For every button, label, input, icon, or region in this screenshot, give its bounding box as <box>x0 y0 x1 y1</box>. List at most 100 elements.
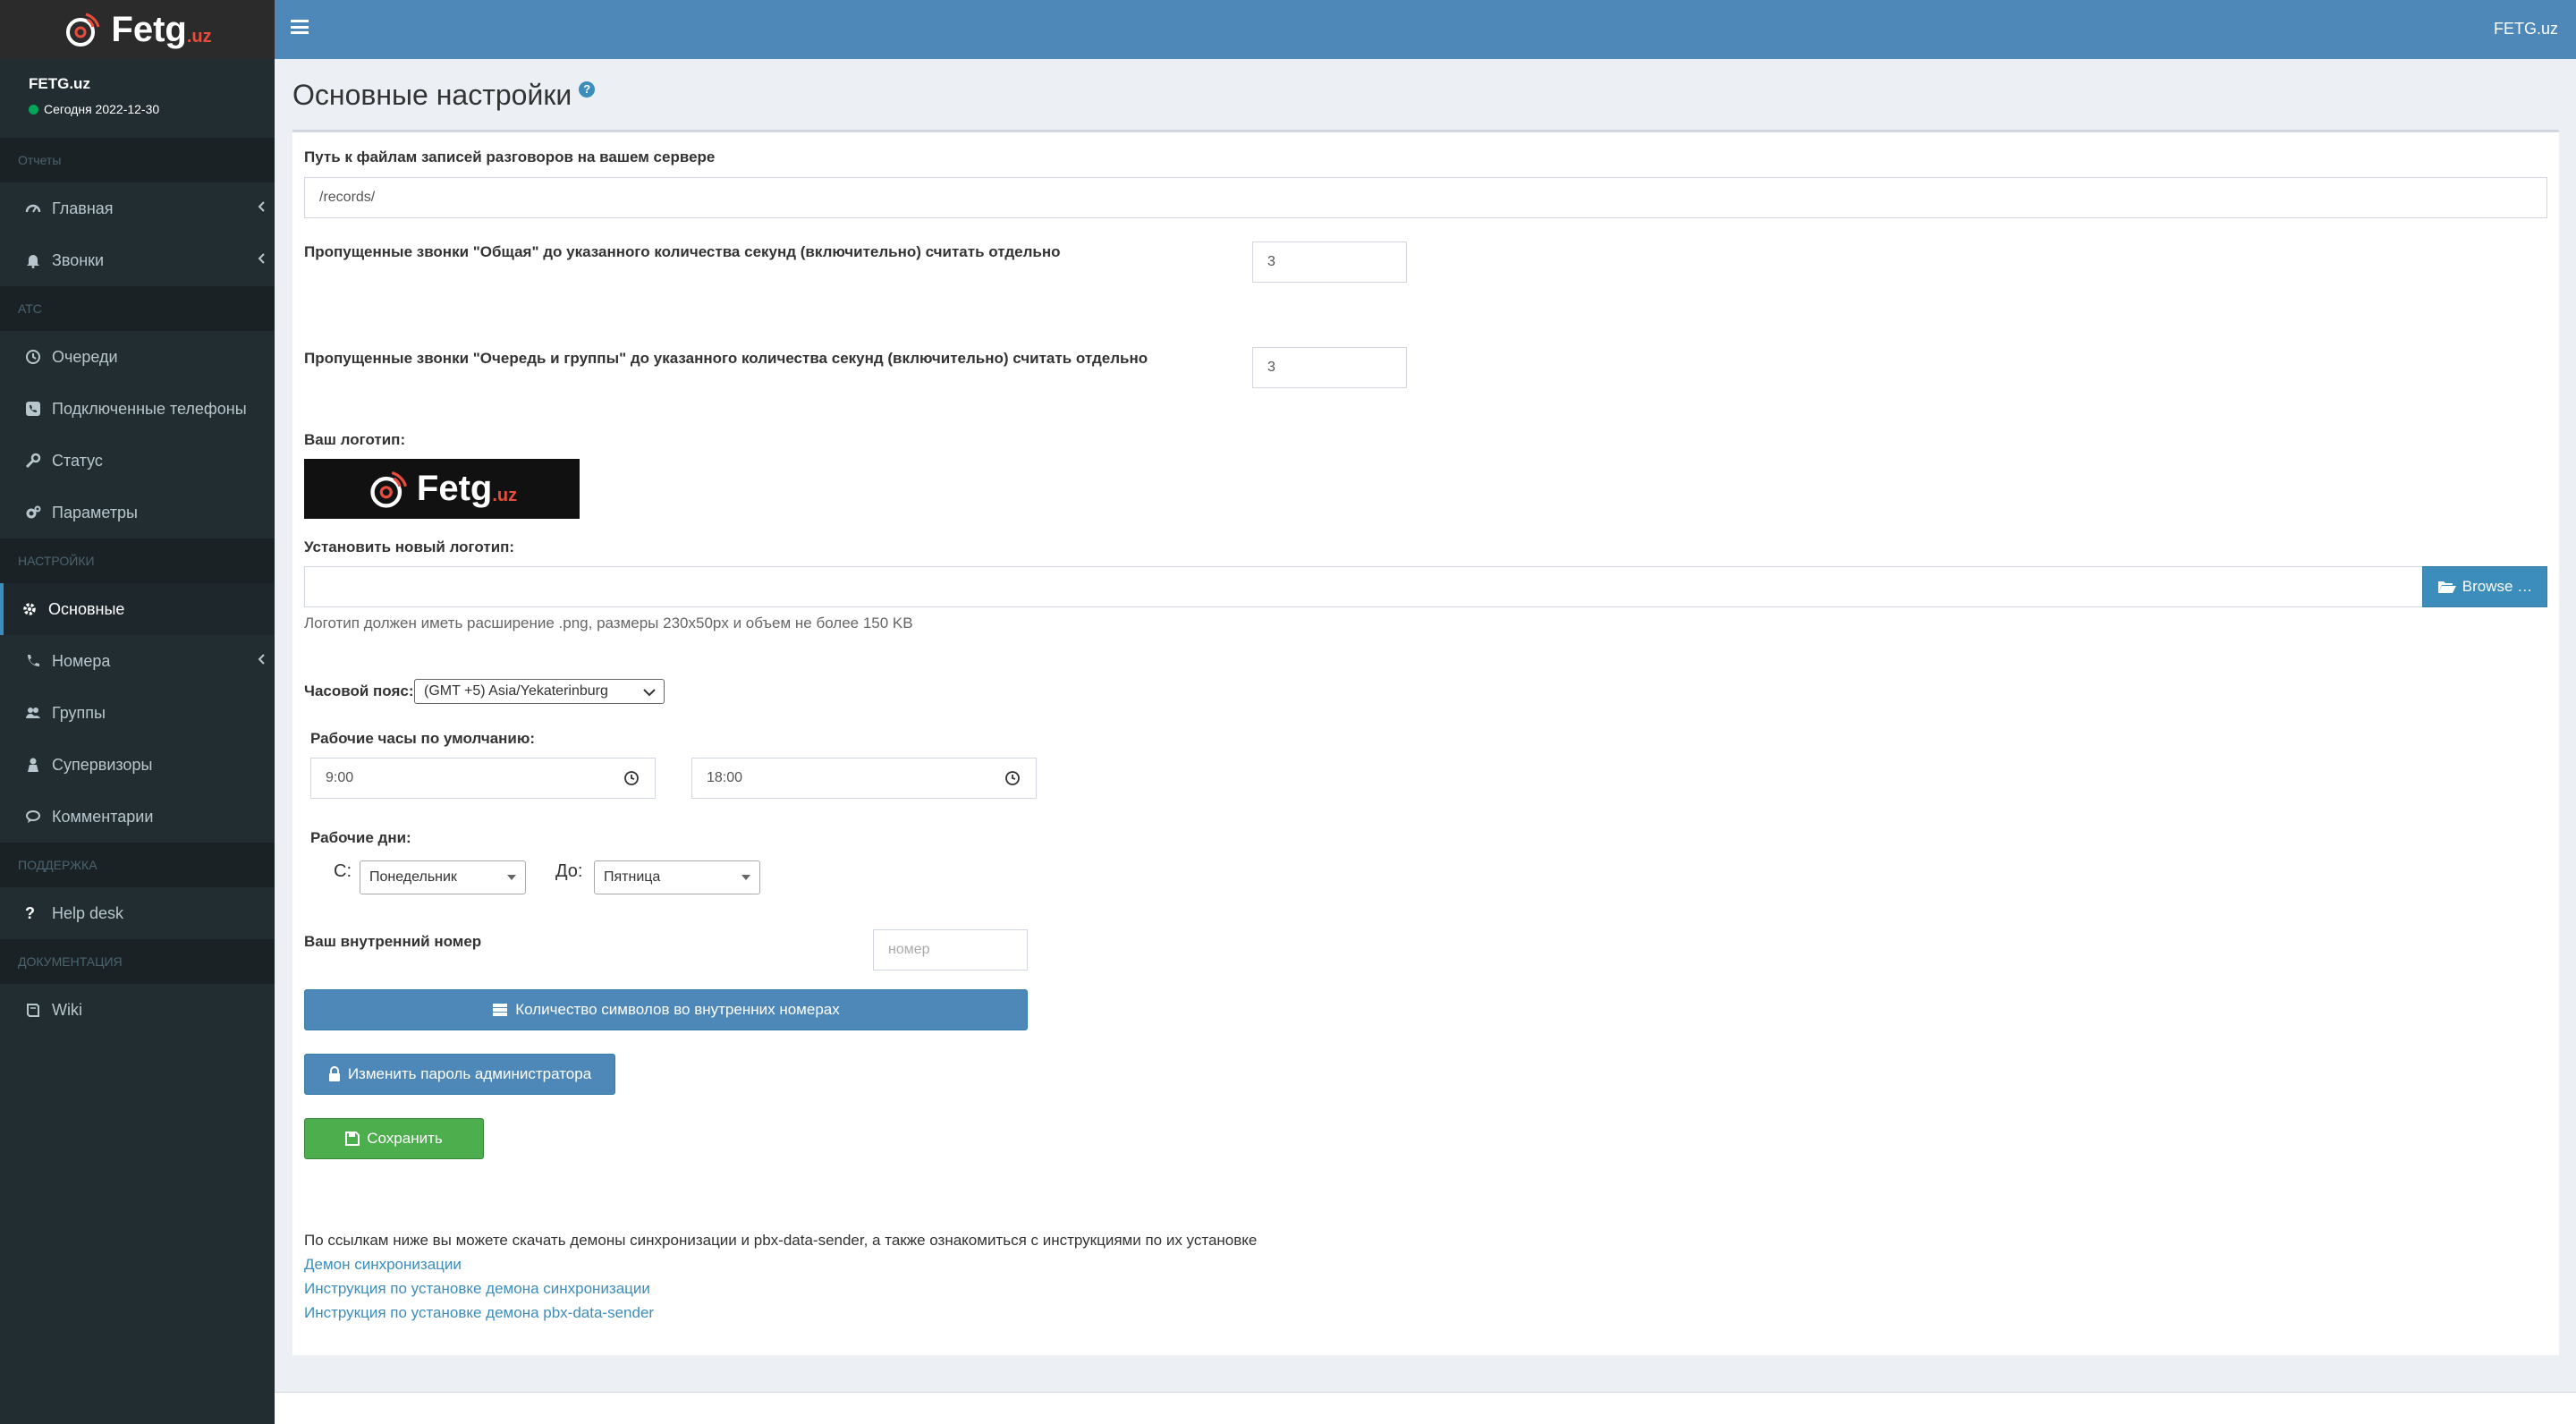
new-logo-label: Установить новый логотип: <box>304 538 515 555</box>
sidebar-item-parameters[interactable]: Параметры <box>0 487 275 538</box>
digits-count-button[interactable]: Количество символов во внутренних номера… <box>304 989 1028 1030</box>
sidebar-item-groups[interactable]: Группы <box>0 687 275 739</box>
sidebar-item-label: Основные <box>48 599 125 618</box>
sidebar-item-status[interactable]: Статус <box>0 435 275 487</box>
sidebar-item-supervisors[interactable]: Супервизоры <box>0 739 275 791</box>
logo-mark-icon <box>66 13 100 47</box>
sidebar-section-reports: Отчеты <box>0 138 275 182</box>
book-icon <box>25 1002 52 1018</box>
logo-mark-icon <box>370 470 407 508</box>
brand-suffix: .uz <box>186 26 212 47</box>
sidebar-section-support: ПОДДЕРЖКА <box>0 843 275 887</box>
sidebar-item-general[interactable]: Основные <box>0 583 275 635</box>
downloads-intro: По ссылкам ниже вы можете скачать демоны… <box>304 1232 1258 1249</box>
phone-square-icon <box>25 401 52 417</box>
menu-toggle-icon[interactable] <box>291 20 309 34</box>
logo-file-input[interactable] <box>304 566 2423 607</box>
user-secret-icon <box>25 757 52 773</box>
work-days-label: Рабочие дни: <box>310 829 411 846</box>
sidebar: Fetg .uz FETG.uz Сегодня 2022-12-30 Отче… <box>0 0 275 1424</box>
missed-queue-input[interactable]: 3 <box>1252 347 1407 388</box>
settings-box: Путь к файлам записей разговоров на ваше… <box>292 130 2559 1355</box>
work-hours-from-clock[interactable] <box>608 758 656 799</box>
app-logo[interactable]: Fetg .uz <box>0 0 275 59</box>
gear-icon <box>21 601 48 617</box>
to-day-label: До: <box>555 861 583 881</box>
sidebar-item-label: Звонки <box>52 250 105 269</box>
chevron-left-icon <box>258 654 265 665</box>
timezone-value: (GMT +5) Asia/Yekaterinburg <box>424 683 608 699</box>
online-dot-icon <box>29 104 38 114</box>
user-panel: FETG.uz Сегодня 2022-12-30 <box>0 59 275 138</box>
page-title: Основные настройки <box>292 79 572 111</box>
logo-brand-main: Fetg <box>416 469 493 508</box>
chevron-left-icon <box>258 253 265 264</box>
dashboard-icon <box>25 200 52 216</box>
sync-daemon-link[interactable]: Демон синхронизации <box>304 1256 462 1274</box>
sidebar-section-docs: ДОКУМЕНТАЦИЯ <box>0 939 275 984</box>
sidebar-item-label: Wiki <box>52 1000 82 1019</box>
save-button[interactable]: Сохранить <box>304 1118 484 1159</box>
topbar: FETG.uz <box>275 0 2576 59</box>
browse-button[interactable]: Browse … <box>2422 566 2547 607</box>
logo-hint: Логотип должен иметь расширение .png, ра… <box>304 615 913 631</box>
user-status-text: Сегодня 2022-12-30 <box>44 102 160 116</box>
save-icon <box>345 1132 360 1146</box>
to-day-select[interactable]: Пятница <box>594 860 760 894</box>
from-day-label: С: <box>334 861 352 881</box>
change-password-label: Изменить пароль администратора <box>347 1065 592 1082</box>
brand-main: Fetg <box>111 9 187 49</box>
work-hours-to-input[interactable]: 18:00 <box>691 758 990 799</box>
work-hours-to-clock[interactable] <box>989 758 1037 799</box>
sidebar-item-home[interactable]: Главная <box>0 182 275 234</box>
clock-icon <box>25 349 52 365</box>
sidebar-section-settings: НАСТРОЙКИ <box>0 538 275 583</box>
lock-icon <box>328 1066 340 1081</box>
sidebar-item-calls[interactable]: Звонки <box>0 234 275 286</box>
logo-brand-suffix: .uz <box>492 486 518 505</box>
sidebar-item-label: Help desk <box>52 903 124 922</box>
folder-open-icon <box>2437 581 2456 593</box>
current-logo-image: Fetg .uz <box>304 459 580 519</box>
change-password-button[interactable]: Изменить пароль администратора <box>304 1054 615 1095</box>
sidebar-item-numbers[interactable]: Номера <box>0 635 275 687</box>
missed-general-input[interactable]: 3 <box>1252 242 1407 283</box>
chevron-down-icon <box>643 689 656 697</box>
sidebar-item-label: Номера <box>52 651 111 670</box>
from-day-value: Понедельник <box>369 869 457 885</box>
sidebar-item-queues[interactable]: Очереди <box>0 331 275 383</box>
sidebar-item-label: Параметры <box>52 503 138 521</box>
save-label: Сохранить <box>367 1130 443 1147</box>
sync-install-guide-link[interactable]: Инструкция по установке демона синхрониз… <box>304 1280 650 1298</box>
pbx-sender-guide-link[interactable]: Инструкция по установке демона pbx-data-… <box>304 1304 654 1322</box>
wrench-icon <box>25 453 52 469</box>
sidebar-item-label: Комментарии <box>52 807 154 826</box>
records-path-label: Путь к файлам записей разговоров на ваше… <box>304 148 716 165</box>
footer <box>275 1392 2576 1424</box>
chevron-left-icon <box>258 201 265 212</box>
internal-number-input[interactable]: номер <box>873 929 1028 971</box>
records-path-input[interactable]: /records/ <box>304 177 2547 218</box>
user-status: Сегодня 2022-12-30 <box>29 102 246 116</box>
bell-icon <box>25 252 52 268</box>
sidebar-item-label: Статус <box>52 451 103 470</box>
sidebar-item-label: Главная <box>52 199 114 217</box>
missed-queue-label: Пропущенные звонки "Очередь и группы" до… <box>304 350 1148 367</box>
page-title-wrap: Основные настройки ? <box>292 79 596 112</box>
clock-icon <box>624 771 639 785</box>
browse-label: Browse … <box>2462 578 2533 595</box>
topbar-brand[interactable]: FETG.uz <box>2494 20 2558 38</box>
work-hours-from-input[interactable]: 9:00 <box>310 758 609 799</box>
caret-down-icon <box>507 875 516 880</box>
from-day-select[interactable]: Понедельник <box>360 860 526 894</box>
sidebar-item-comments[interactable]: Комментарии <box>0 791 275 843</box>
sidebar-item-helpdesk[interactable]: ? Help desk <box>0 887 275 939</box>
sidebar-item-wiki[interactable]: Wiki <box>0 984 275 1036</box>
cogs-icon <box>25 504 52 521</box>
timezone-label: Часовой пояс: <box>304 682 414 699</box>
to-day-value: Пятница <box>604 869 661 885</box>
help-icon[interactable]: ? <box>579 81 596 97</box>
timezone-select[interactable]: (GMT +5) Asia/Yekaterinburg <box>414 679 665 704</box>
caret-down-icon <box>741 875 750 880</box>
sidebar-item-connected-phones[interactable]: Подключенные телефоны <box>0 383 275 435</box>
